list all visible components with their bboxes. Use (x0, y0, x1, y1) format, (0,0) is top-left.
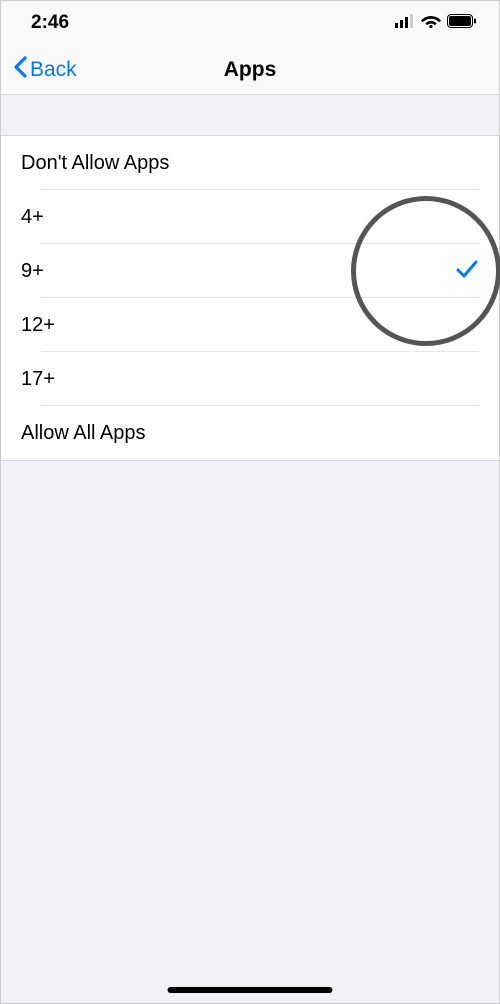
option-label: 9+ (21, 260, 44, 283)
filler (1, 461, 499, 1003)
wifi-icon (421, 14, 441, 33)
settings-screen: 2:46 (1, 1, 499, 1003)
option-label: Don't Allow Apps (21, 152, 169, 175)
home-indicator[interactable] (168, 987, 333, 993)
back-label: Back (30, 58, 77, 82)
option-9plus[interactable]: 9+ (1, 244, 499, 298)
options-list: Don't Allow Apps 4+ 9+ 12+ (1, 135, 499, 461)
option-dont-allow[interactable]: Don't Allow Apps (1, 136, 499, 190)
option-allow-all[interactable]: Allow All Apps (1, 406, 499, 460)
status-time: 2:46 (31, 12, 69, 34)
cellular-icon (395, 14, 415, 33)
back-button[interactable]: Back (1, 56, 77, 84)
option-label: 4+ (21, 206, 44, 229)
option-12plus[interactable]: 12+ (1, 298, 499, 352)
option-4plus[interactable]: 4+ (1, 190, 499, 244)
option-label: Allow All Apps (21, 422, 146, 445)
page-title: Apps (224, 58, 277, 82)
option-label: 12+ (21, 314, 55, 337)
option-label: 17+ (21, 368, 55, 391)
checkmark-icon (455, 259, 479, 284)
option-17plus[interactable]: 17+ (1, 352, 499, 406)
battery-icon (447, 14, 477, 33)
nav-bar: Back Apps (1, 45, 499, 95)
chevron-left-icon (13, 56, 27, 84)
section-gap (1, 95, 499, 135)
status-bar: 2:46 (1, 1, 499, 45)
status-icons (395, 14, 477, 33)
